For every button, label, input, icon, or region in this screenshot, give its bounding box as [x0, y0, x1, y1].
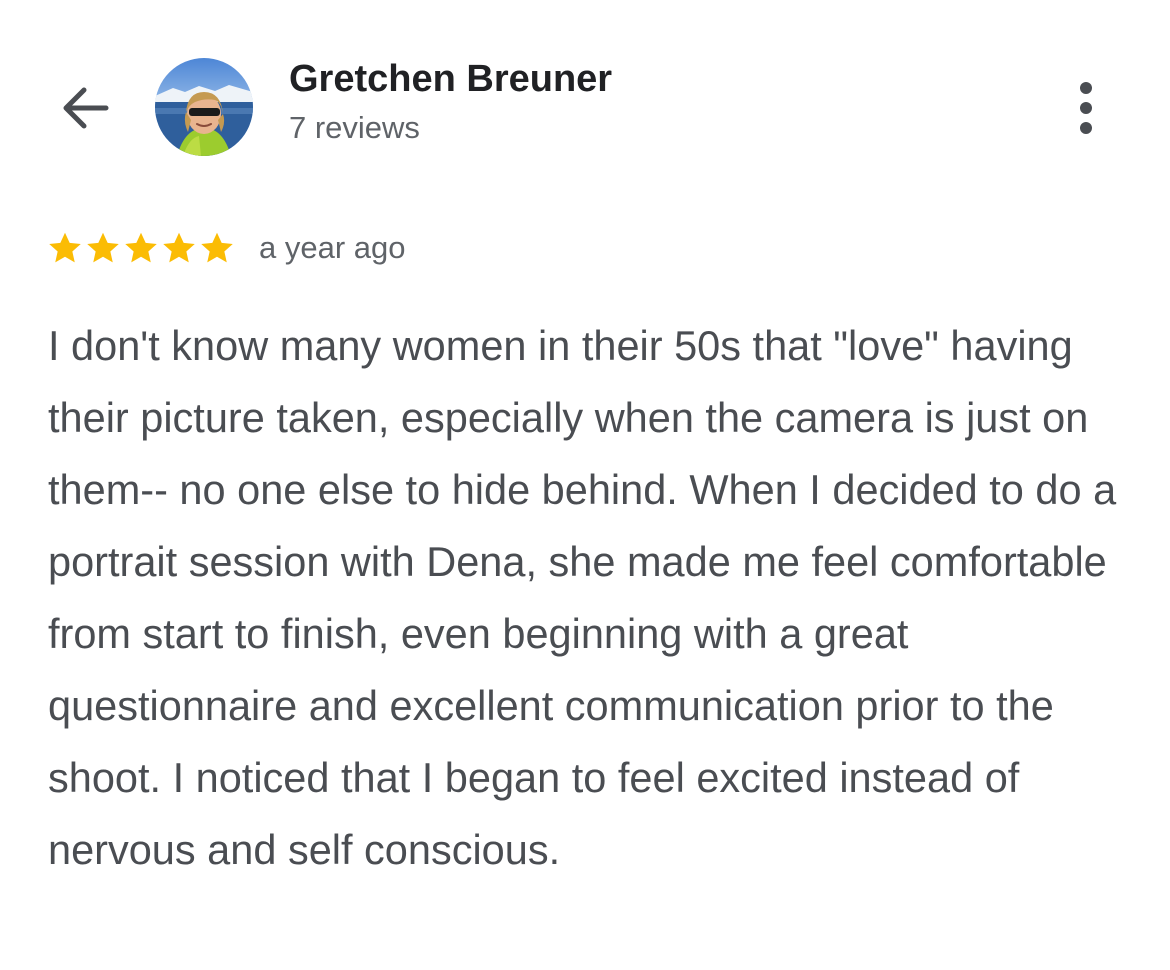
star-icon	[49, 232, 81, 263]
more-options-button[interactable]	[1060, 76, 1112, 140]
arrow-left-icon	[63, 87, 109, 129]
star-icon	[87, 232, 119, 263]
more-vertical-icon	[1080, 82, 1092, 134]
user-avatar-photo	[155, 58, 253, 156]
review-count: 7 reviews	[289, 110, 420, 145]
rating-row: a year ago	[47, 225, 406, 271]
star-icon	[163, 232, 195, 263]
reviewer-name[interactable]: Gretchen Breuner	[289, 58, 612, 101]
review-header: Gretchen Breuner 7 reviews	[0, 0, 1170, 180]
back-button[interactable]	[52, 78, 116, 138]
star-icon	[125, 232, 157, 263]
review-text: I don't know many women in their 50s tha…	[48, 322, 1117, 873]
star-icon	[201, 232, 233, 263]
review-date: a year ago	[259, 230, 406, 265]
avatar[interactable]	[155, 58, 253, 156]
star-rating	[47, 230, 235, 266]
